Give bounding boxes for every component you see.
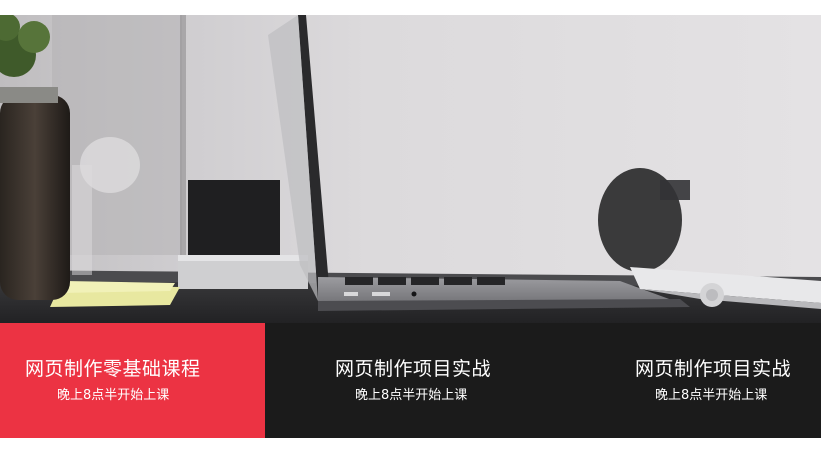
banner-image: [0, 15, 821, 323]
course-card-basic[interactable]: 网页制作零基础课程 晚上8点半开始上课: [0, 323, 265, 438]
course-subtitle: 晚上8点半开始上课: [57, 388, 170, 403]
course-card-project-1[interactable]: 网页制作项目实战 晚上8点半开始上课: [265, 323, 565, 438]
course-title: 网页制作项目实战: [635, 358, 792, 380]
course-subtitle: 晚上8点半开始上课: [355, 388, 468, 403]
course-strip: 网页制作零基础课程 晚上8点半开始上课 网页制作项目实战 晚上8点半开始上课 网…: [0, 323, 821, 438]
page: 网页制作零基础课程 晚上8点半开始上课 网页制作项目实战 晚上8点半开始上课 网…: [0, 0, 821, 464]
course-card-project-2[interactable]: 网页制作项目实战 晚上8点半开始上课: [565, 323, 821, 438]
course-title: 网页制作零基础课程: [25, 358, 201, 380]
course-title: 网页制作项目实战: [335, 358, 492, 380]
course-subtitle: 晚上8点半开始上课: [655, 388, 768, 403]
hero-banner[interactable]: [0, 15, 821, 323]
